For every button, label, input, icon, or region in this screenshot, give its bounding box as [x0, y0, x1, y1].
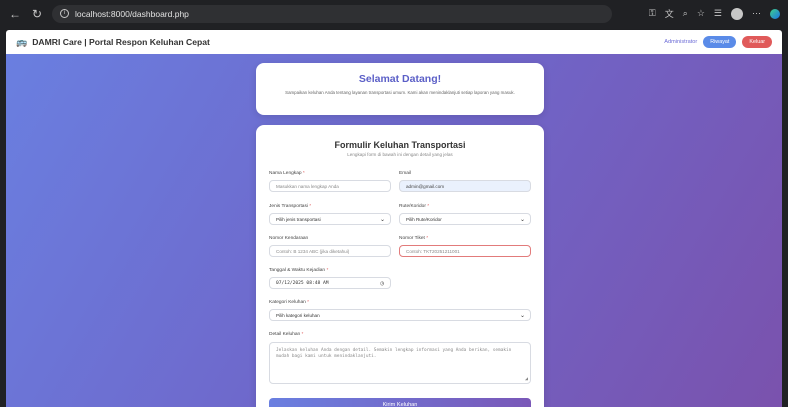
- kategori-select[interactable]: Pilih kategori keluhan ⌄: [269, 309, 531, 321]
- welcome-card: Selamat Datang! Sampaikan keluhan Anda t…: [256, 63, 544, 115]
- rute-select[interactable]: Pilih Rute/Koridor ⌄: [399, 213, 531, 225]
- copilot-icon[interactable]: [770, 8, 780, 19]
- admin-label: Administrator: [664, 39, 698, 45]
- tiket-label: Nomor Tiket *: [399, 236, 429, 241]
- rute-label: Rute/Koridor *: [399, 204, 430, 209]
- kendaraan-label: Nomor Kendaraan: [269, 236, 309, 241]
- chevron-down-icon: ⌄: [519, 217, 525, 223]
- key-icon[interactable]: ⚿: [649, 8, 656, 19]
- kendaraan-input[interactable]: Contoh: B 1234 ABC (jika diketahui): [269, 245, 391, 257]
- site-info-icon[interactable]: i: [60, 9, 69, 18]
- app-title: DAMRI Care | Portal Respon Keluhan Cepat: [32, 37, 210, 47]
- jenis-select[interactable]: Pilih jenis transportasi ⌄: [269, 213, 391, 225]
- kategori-label: Kategori Keluhan *: [269, 300, 310, 305]
- star-icon[interactable]: ☆: [697, 8, 705, 19]
- more-icon[interactable]: ⋯: [752, 8, 761, 19]
- chevron-down-icon: ⌄: [379, 217, 385, 223]
- tanggal-label: Tanggal & Waktu Kejadian *: [269, 268, 329, 273]
- complaint-form: Formulir Keluhan Transportasi Lengkapi f…: [256, 125, 544, 407]
- page-body: Selamat Datang! Sampaikan keluhan Anda t…: [6, 54, 782, 407]
- tiket-input[interactable]: Contoh: TKT20251211001: [399, 245, 531, 257]
- app-header: 🚌 DAMRI Care | Portal Respon Keluhan Cep…: [6, 30, 782, 54]
- tanggal-input[interactable]: 07/12/2025 08:48 AM ◷: [269, 277, 391, 289]
- chevron-down-icon: ⌄: [519, 313, 525, 319]
- form-subtitle: Lengkapi form di bawah ini dengan detail…: [347, 152, 453, 157]
- email-input[interactable]: admin@gmail.com: [399, 180, 531, 192]
- clock-icon[interactable]: ◷: [380, 280, 384, 287]
- nama-input[interactable]: Masukkan nama lengkap Anda: [269, 180, 391, 192]
- brand: 🚌 DAMRI Care | Portal Respon Keluhan Cep…: [16, 37, 210, 48]
- welcome-text: Sampaikan keluhan Anda tentang layanan t…: [285, 90, 515, 95]
- welcome-title: Selamat Datang!: [358, 73, 442, 85]
- back-icon[interactable]: ←: [8, 7, 22, 21]
- email-label: Email: [399, 171, 411, 176]
- jenis-select-value: Pilih jenis transportasi: [276, 216, 321, 222]
- jenis-label: Jenis Transportasi *: [269, 204, 312, 209]
- profile-avatar[interactable]: [731, 7, 743, 20]
- kategori-select-value: Pilih kategori keluhan: [276, 312, 320, 318]
- bus-icon: 🚌: [16, 36, 28, 47]
- riwayat-button[interactable]: Riwayat: [703, 36, 737, 48]
- tanggal-value: 07/12/2025 08:48 AM: [276, 280, 329, 286]
- reload-icon[interactable]: ↻: [30, 7, 44, 21]
- browser-toolbar: ← ↻ i localhost:8000/dashboard.php ⚿ 文 ⌕…: [0, 0, 788, 27]
- favorites-icon[interactable]: ☰: [714, 8, 722, 19]
- keluar-button[interactable]: Keluar: [742, 36, 772, 48]
- nama-label: Nama Lengkap *: [269, 171, 305, 176]
- zoom-icon[interactable]: ⌕: [683, 8, 688, 19]
- resize-handle-icon[interactable]: ◢: [525, 376, 528, 382]
- translate-icon[interactable]: 文: [665, 7, 674, 20]
- url-text: localhost:8000/dashboard.php: [75, 8, 189, 19]
- detail-textarea[interactable]: Jelaskan keluhan Anda dengan detail. Sem…: [269, 342, 531, 384]
- rute-select-value: Pilih Rute/Koridor: [406, 216, 442, 222]
- form-title: Formulir Keluhan Transportasi: [334, 140, 466, 150]
- address-bar[interactable]: i localhost:8000/dashboard.php: [52, 4, 612, 23]
- detail-placeholder: Jelaskan keluhan Anda dengan detail. Sem…: [276, 348, 512, 359]
- submit-button[interactable]: Kirim Keluhan: [269, 398, 531, 407]
- detail-label: Detail Keluhan *: [269, 332, 304, 337]
